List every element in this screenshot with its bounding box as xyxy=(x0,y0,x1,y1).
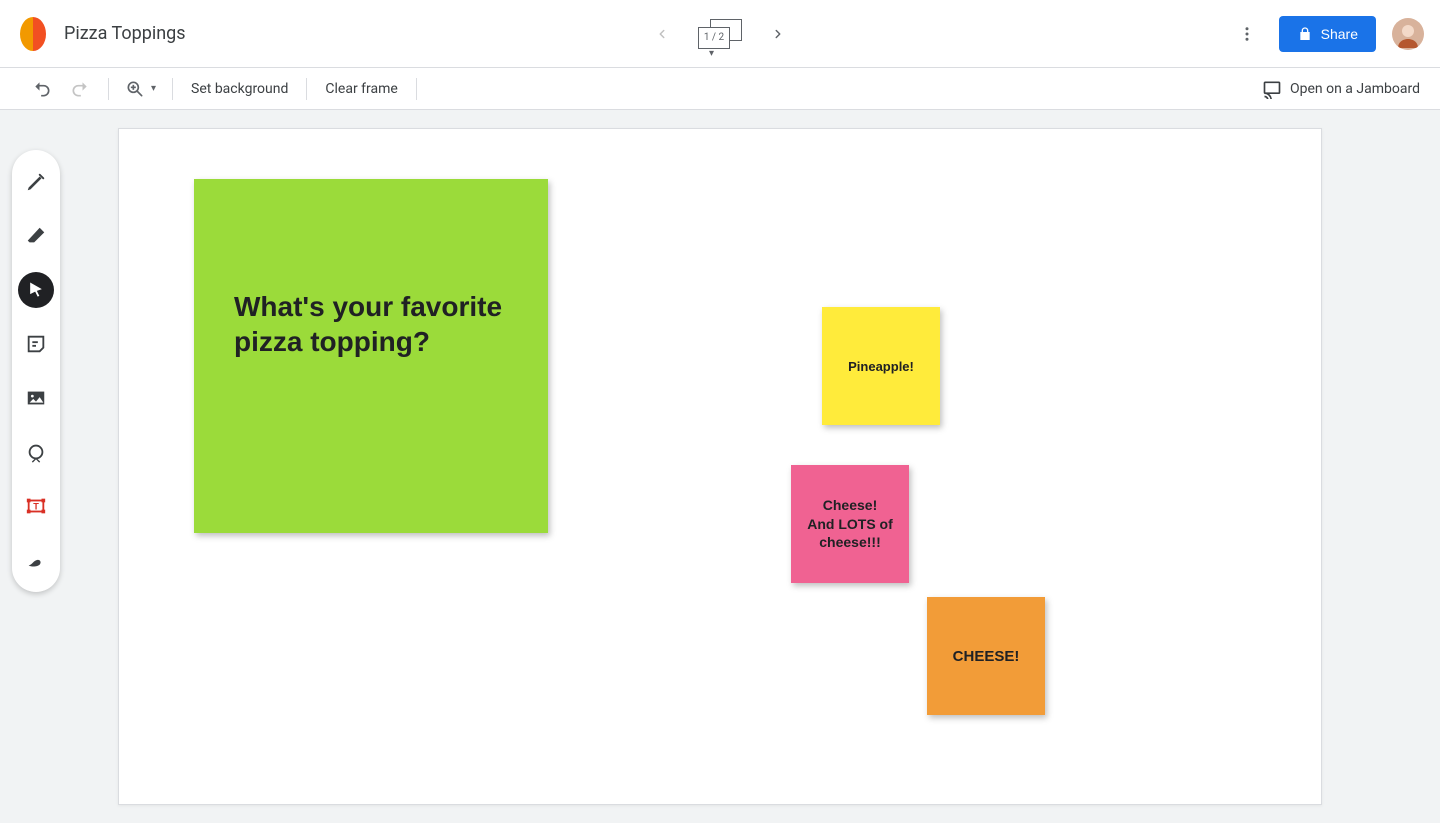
zoom-icon xyxy=(125,79,145,99)
canvas-area: What's your favorite pizza topping? Pine… xyxy=(0,110,1440,823)
header-bar: Pizza Toppings 1 / 2 ▾ Share xyxy=(0,0,1440,68)
redo-icon xyxy=(70,79,90,99)
image-tool[interactable] xyxy=(18,380,54,416)
laser-tool[interactable] xyxy=(18,542,54,578)
laser-icon xyxy=(25,549,47,571)
sticky-note-tool[interactable] xyxy=(18,326,54,362)
prev-frame-button[interactable] xyxy=(650,22,674,46)
tool-palette: T xyxy=(12,150,60,592)
chevron-right-icon xyxy=(771,27,785,41)
redo-button[interactable] xyxy=(68,77,92,101)
undo-button[interactable] xyxy=(30,77,54,101)
zoom-menu[interactable]: ▾ xyxy=(125,79,156,99)
more-menu-button[interactable] xyxy=(1231,18,1263,50)
image-icon xyxy=(25,387,47,409)
share-button-label: Share xyxy=(1321,26,1358,42)
sub-toolbar: ▾ Set background Clear frame Open on a J… xyxy=(0,68,1440,110)
account-avatar[interactable] xyxy=(1392,18,1424,50)
set-background-button[interactable]: Set background xyxy=(189,77,290,101)
more-vert-icon xyxy=(1238,25,1256,43)
lock-icon xyxy=(1297,26,1313,42)
select-tool[interactable] xyxy=(18,272,54,308)
sticky-note-prompt[interactable]: What's your favorite pizza topping? xyxy=(194,179,548,533)
next-frame-button[interactable] xyxy=(766,22,790,46)
jam-board[interactable]: What's your favorite pizza topping? Pine… xyxy=(118,128,1322,805)
avatar-icon xyxy=(1392,18,1424,50)
shape-tool[interactable] xyxy=(18,434,54,470)
document-title[interactable]: Pizza Toppings xyxy=(64,23,186,44)
sticky-note-orange[interactable]: CHEESE! xyxy=(927,597,1045,715)
caret-down-icon: ▾ xyxy=(151,83,156,94)
pen-icon xyxy=(25,171,47,193)
eraser-tool[interactable] xyxy=(18,218,54,254)
text-box-tool[interactable]: T xyxy=(18,488,54,524)
circle-icon xyxy=(25,441,47,463)
sticky-note-icon xyxy=(25,333,47,355)
text-box-icon: T xyxy=(25,495,47,517)
share-button[interactable]: Share xyxy=(1279,16,1376,52)
open-on-jamboard-button[interactable]: Open on a Jamboard xyxy=(1262,79,1420,99)
chevron-down-icon: ▾ xyxy=(709,48,714,59)
sticky-note-pink[interactable]: Cheese! And LOTS of cheese!!! xyxy=(791,465,909,583)
frame-navigator: 1 / 2 ▾ xyxy=(650,19,790,49)
frame-counter: 1 / 2 xyxy=(698,27,730,49)
cast-icon xyxy=(1262,79,1282,99)
open-on-jamboard-label: Open on a Jamboard xyxy=(1290,81,1420,97)
jamboard-logo xyxy=(20,17,46,51)
eraser-icon xyxy=(25,225,47,247)
undo-icon xyxy=(32,79,52,99)
sticky-note-yellow[interactable]: Pineapple! xyxy=(822,307,940,425)
svg-text:T: T xyxy=(33,502,39,512)
chevron-left-icon xyxy=(655,27,669,41)
pen-tool[interactable] xyxy=(18,164,54,200)
clear-frame-button[interactable]: Clear frame xyxy=(323,77,399,101)
cursor-icon xyxy=(26,280,46,300)
frame-indicator[interactable]: 1 / 2 ▾ xyxy=(698,19,742,49)
